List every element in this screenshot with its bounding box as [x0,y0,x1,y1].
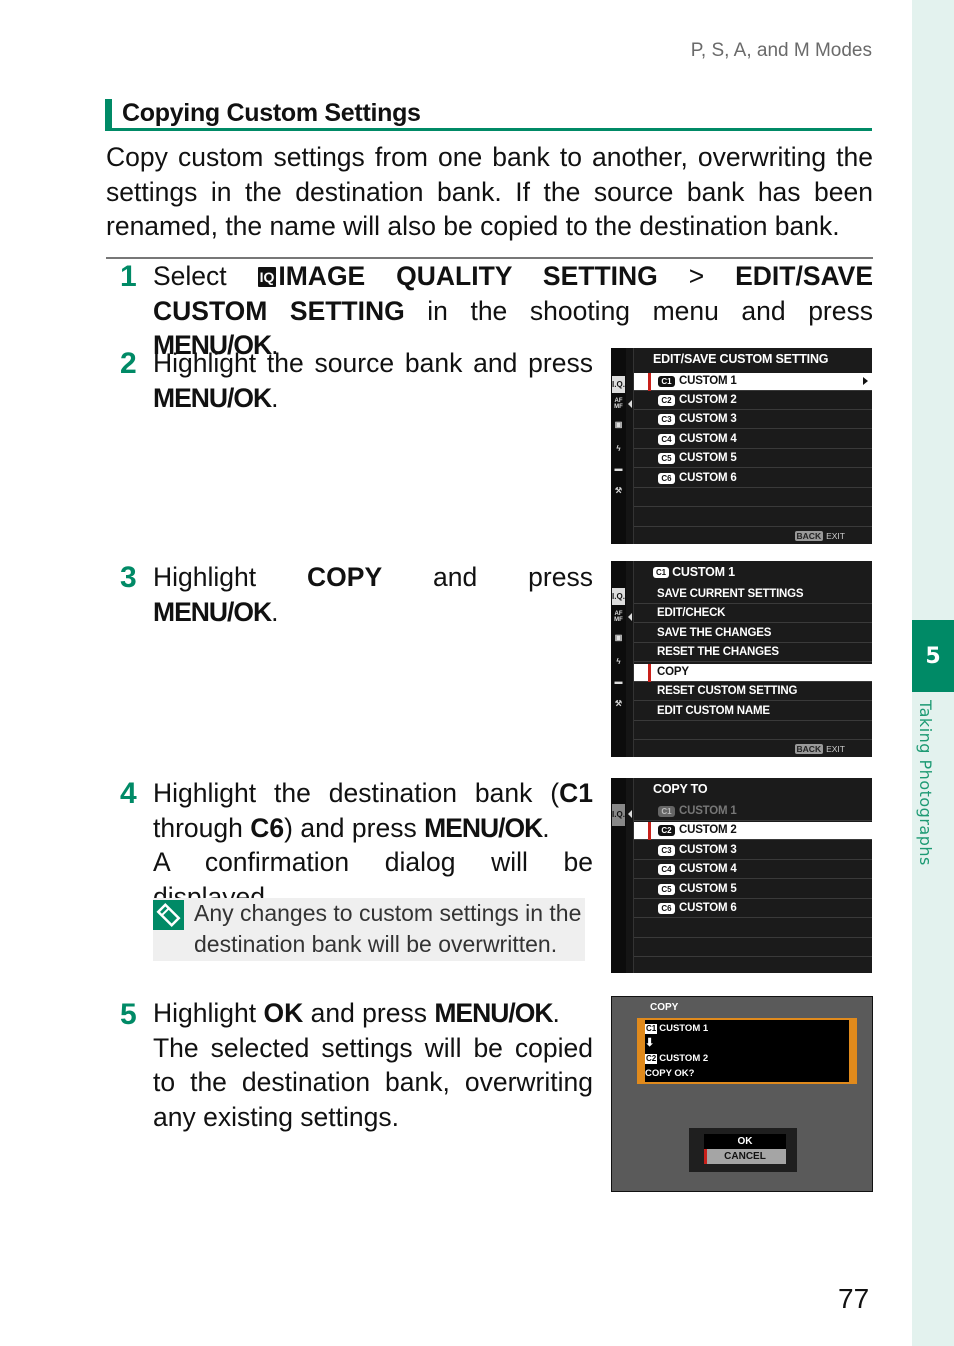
note-icon [153,900,184,930]
af-mf-tab-icon[interactable]: AF MF [612,611,625,623]
section-title: Copying Custom Settings [105,99,872,131]
back-button-icon: BACK [794,531,824,541]
menu-item[interactable]: RESET CUSTOM SETTING [634,683,872,701]
note-box: Any changes to custom settings in the de… [153,898,585,961]
arrow-down-icon: ⬇ [645,1037,655,1049]
intro-paragraph: Copy custom settings from one bank to an… [106,142,873,241]
chapter-number: 5 [912,620,954,692]
menu-item-custom-1-disabled: C1 CUSTOM 1 [634,803,872,821]
camera-screen-copy-to: I.Q. COPY TO C1 CUSTOM 1 C2 CUSTOM 2 C3 … [611,778,872,973]
cancel-button[interactable]: CANCEL [704,1149,786,1164]
tab-caret-icon [628,400,632,408]
dialog-message: C1 CUSTOM 1 ⬇ C2 CUSTOM 2 COPY OK? [645,1020,849,1082]
menu-item-custom-2[interactable]: C2 CUSTOM 2 [634,822,872,840]
camera-screen-edit-save: I.Q. AF MF ▣ ϟ ▬ ⚒ EDIT/SAVE CUSTOM SETT… [611,348,872,544]
movie-icon[interactable]: ▬ [612,677,625,686]
running-head: P, S, A, and M Modes [690,40,872,61]
dialog-title: COPY [650,1002,679,1013]
note-text: Any changes to custom settings in the de… [194,900,582,957]
flash-icon[interactable]: ϟ [612,444,625,453]
menu-item-custom-3[interactable]: C3 CUSTOM 3 [634,842,872,860]
menu-item-custom-6[interactable]: C6 CUSTOM 6 [634,900,872,918]
flash-icon[interactable]: ϟ [612,657,625,666]
menu-item-custom-4[interactable]: C4 CUSTOM 4 [634,431,872,449]
movie-icon[interactable]: ▬ [612,464,625,473]
image-quality-icon: IQ [257,267,277,287]
wrench-icon[interactable]: ⚒ [612,486,625,495]
menu-item[interactable]: RESET THE CHANGES [634,644,872,662]
menu-item-custom-2[interactable]: C2 CUSTOM 2 [634,392,872,410]
step-number: 2 [120,347,137,380]
screen-title: COPY TO [653,782,708,796]
camera-icon[interactable]: ▣ [612,633,625,642]
camera-screen-custom1: I.Q. AF MF ▣ ϟ ▬ ⚒ C1 CUSTOM 1 SAVE CURR… [611,561,872,757]
iq-tab-icon[interactable]: I.Q. [612,588,625,605]
chapter-label: Taking Photographs [916,700,935,866]
step-4-text: Highlight the destination bank (C1 throu… [153,778,593,912]
c2-badge: C2 [645,1054,658,1064]
back-exit-hint[interactable]: BACK EXIT [794,531,845,541]
menu-item-custom-4[interactable]: C4 CUSTOM 4 [634,861,872,879]
menu-item[interactable]: SAVE THE CHANGES [634,625,872,643]
menu-item-custom-5[interactable]: C5 CUSTOM 5 [634,450,872,468]
iq-tab-icon[interactable]: I.Q. [612,804,625,826]
dialog-buttons: OK CANCEL [689,1128,797,1172]
menu-item-custom-3[interactable]: C3 CUSTOM 3 [634,411,872,429]
step-number: 4 [120,777,137,810]
step-number: 1 [120,260,137,293]
ok-button[interactable]: OK [704,1134,786,1149]
step-2-text: Highlight the source bank and press MENU… [153,348,593,413]
tab-caret-icon [628,613,632,621]
step-5-text: Highlight OK and press MENU/OK. The sele… [153,998,593,1132]
step-number: 5 [120,998,137,1031]
page-number: 77 [838,1283,870,1314]
c1-badge: C1 [653,567,669,578]
back-exit-hint[interactable]: BACK EXIT [794,744,845,754]
step-number: 3 [120,561,137,594]
menu-item-custom-6[interactable]: C6 CUSTOM 6 [634,470,872,488]
menu-item-custom-1[interactable]: C1 CUSTOM 1 [634,373,872,391]
screen-title: C1 CUSTOM 1 [653,565,735,579]
back-button-icon: BACK [794,744,824,754]
camera-icon[interactable]: ▣ [612,420,625,429]
chevron-right-icon [863,377,868,385]
c1-badge: C1 [645,1024,658,1034]
menu-item[interactable]: SAVE CURRENT SETTINGS [634,586,872,604]
tab-caret-icon [628,810,632,818]
menu-item-copy[interactable]: COPY [634,664,872,682]
menu-item-custom-5[interactable]: C5 CUSTOM 5 [634,881,872,899]
menu-item[interactable]: EDIT/CHECK [634,605,872,623]
iq-tab-icon[interactable]: I.Q. [612,376,625,393]
camera-screen-copy-confirm: COPY C1 CUSTOM 1 ⬇ C2 CUSTOM 2 COPY OK? OK… [611,996,873,1192]
af-mf-tab-icon[interactable]: AF MF [612,398,625,410]
step-3-text: Highlight COPY and press MENU/OK. [153,562,593,627]
menu-item[interactable]: EDIT CUSTOM NAME [634,703,872,721]
section-title-text: Copying Custom Settings [122,99,421,127]
wrench-icon[interactable]: ⚒ [612,699,625,708]
screen-title: EDIT/SAVE CUSTOM SETTING [653,352,829,366]
